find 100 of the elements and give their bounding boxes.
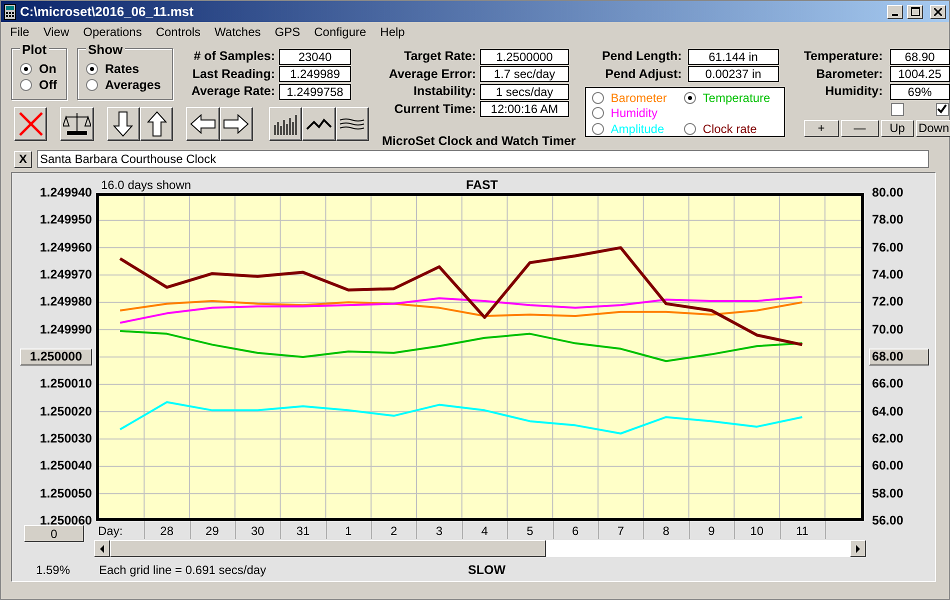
radio-label: Rates	[105, 60, 140, 78]
day-number: 1	[345, 523, 352, 540]
adjust-button[interactable]: Up	[880, 120, 914, 136]
day-number: 10	[750, 523, 764, 540]
right-arrow-icon	[223, 114, 250, 134]
axis-label: 1.249990	[40, 321, 92, 338]
up-arrow-button[interactable]	[140, 106, 174, 140]
field-label: Pend Adjust:	[604, 66, 682, 83]
balance-button[interactable]	[60, 106, 94, 140]
axis-label: 1.250020	[40, 403, 92, 420]
radio-button[interactable]	[684, 92, 696, 104]
left-arrow-icon	[190, 114, 216, 134]
adjust-button[interactable]: —	[840, 120, 879, 136]
minimize-button[interactable]	[887, 4, 903, 18]
radio-button[interactable]	[86, 79, 98, 91]
readout-field: 12:00:16 AM	[480, 101, 569, 118]
waves-button[interactable]	[336, 106, 369, 140]
radio-button[interactable]	[592, 107, 604, 120]
field-label: Humidity:	[824, 83, 883, 100]
scrollbar[interactable]	[94, 540, 866, 557]
radio-label: Humidity	[610, 105, 658, 122]
zero-button[interactable]: 0	[24, 525, 84, 542]
menu-item[interactable]: Configure	[307, 23, 374, 41]
day-number: 4	[481, 523, 488, 540]
scroll-right-button[interactable]	[850, 540, 866, 557]
radio-label: Temperature	[702, 90, 770, 107]
readout-field: 1.2500000	[480, 48, 569, 65]
right-arrow-button[interactable]	[220, 106, 253, 140]
grid-note: Each grid line = 0.691 secs/day	[99, 562, 266, 579]
left-arrow-button[interactable]	[186, 106, 220, 140]
percent-label: 1.59%	[36, 563, 70, 577]
radio-button[interactable]	[20, 79, 32, 91]
close-note-button[interactable]: X	[14, 150, 32, 168]
field-label: Average Rate:	[190, 83, 275, 100]
field-label: Pend Length:	[600, 48, 682, 66]
fast-label: FAST	[466, 177, 498, 194]
axis-label: 1.250050	[40, 485, 92, 502]
day-number: 31	[296, 523, 310, 540]
field-label: Target Rate:	[402, 48, 476, 66]
axis-label: 1.249950	[40, 212, 92, 229]
note-field[interactable]: Santa Barbara Courthouse Clock	[37, 150, 929, 168]
readout-field: 1004.25	[890, 66, 950, 82]
left-triangle-icon	[99, 544, 105, 552]
day-number: 7	[617, 523, 624, 540]
axis-label: 80.00	[871, 184, 904, 202]
scroll-thumb[interactable]	[110, 540, 546, 557]
axis-label: 72.00	[871, 294, 904, 311]
menu-item[interactable]: View	[36, 23, 76, 41]
day-number: 3	[436, 523, 442, 540]
readout-field: 23040	[279, 48, 351, 65]
radio-label: On	[39, 60, 56, 78]
slow-label: SLOW	[468, 562, 506, 579]
field-label: Barometer:	[815, 66, 883, 83]
day-number: 6	[572, 523, 579, 540]
checkbox[interactable]	[890, 102, 904, 116]
center-temperature-button[interactable]: 68.00	[869, 348, 929, 366]
zigzag-button[interactable]	[302, 106, 336, 140]
up-arrow-icon	[146, 110, 167, 136]
radio-button[interactable]	[684, 122, 696, 135]
close-button[interactable]	[930, 4, 946, 18]
axis-label: 56.00	[871, 512, 904, 530]
field-label: # of Samples:	[192, 48, 275, 66]
checkbox[interactable]	[936, 102, 949, 116]
menu-item[interactable]: Operations	[76, 23, 149, 41]
day-number: 28	[160, 523, 174, 540]
radio-label: Averages	[105, 76, 161, 94]
day-number: 2	[390, 523, 398, 540]
zigzag-icon	[306, 116, 332, 130]
radio-button[interactable]	[86, 63, 98, 75]
axis-label: 70.00	[871, 321, 904, 338]
radio-label: Barometer	[610, 90, 667, 107]
right-triangle-icon	[855, 544, 861, 552]
axis-label: 1.249970	[40, 266, 92, 284]
cross-icon	[16, 110, 45, 138]
app-title: MicroSet Clock and Watch Timer	[382, 133, 576, 150]
axis-label: 1.249960	[40, 239, 92, 256]
radio-button[interactable]	[592, 92, 604, 104]
radio-button[interactable]	[20, 63, 32, 75]
menu-item[interactable]: Watches	[208, 23, 268, 41]
day-number: 29	[206, 523, 219, 540]
down-arrow-button[interactable]	[106, 106, 140, 140]
readout-field: 69%	[890, 84, 950, 100]
day-number: 9	[708, 523, 715, 540]
menu-item[interactable]: Controls	[148, 23, 208, 41]
cross-button[interactable]	[14, 106, 48, 140]
day-number: 8	[662, 523, 670, 540]
maximize-button[interactable]	[907, 4, 923, 18]
menu-item[interactable]: GPS	[268, 23, 308, 41]
radio-button[interactable]	[592, 122, 604, 135]
menu-item[interactable]: File	[3, 23, 36, 41]
axis-label: 66.00	[871, 376, 904, 393]
center-rate-button[interactable]: 1.250000	[20, 348, 92, 366]
bars-button[interactable]	[268, 106, 302, 140]
scroll-left-button[interactable]	[94, 540, 110, 557]
adjust-button[interactable]: +	[804, 120, 839, 136]
field-label: Average Error:	[388, 66, 476, 83]
radio-label: Amplitude	[610, 120, 664, 138]
axis-label: 78.00	[871, 212, 904, 229]
adjust-button[interactable]: Down	[916, 120, 950, 136]
menu-item[interactable]: Help	[373, 23, 412, 41]
